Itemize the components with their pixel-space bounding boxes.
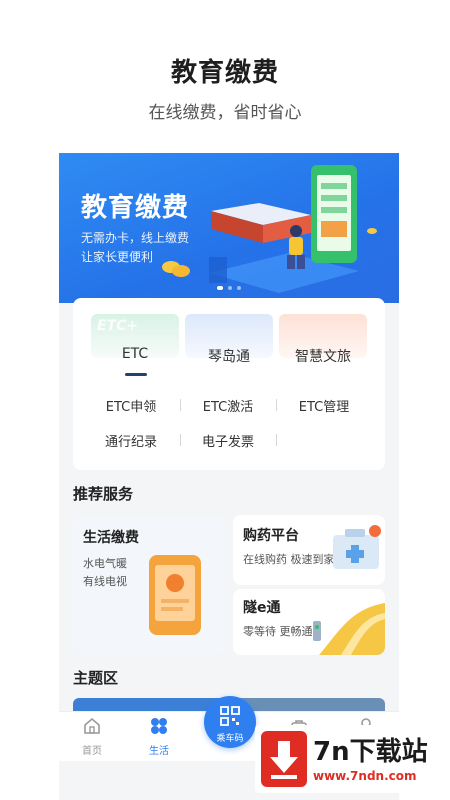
app-screen: 教育缴费 无需办卡，线上缴费 让家长更便利 ETC+ ETC 琴岛通 智慧文旅 …: [59, 153, 399, 800]
clover-icon: [151, 718, 167, 734]
carousel-dots: [217, 286, 241, 290]
tabbar-life[interactable]: 生活: [134, 716, 184, 757]
home-icon: [84, 717, 100, 734]
tab-label: 智慧文旅: [295, 349, 351, 365]
person-illustration: [290, 225, 302, 237]
medicine-platform-card[interactable]: 购药平台 在线购药 极速到家: [233, 515, 385, 585]
tab-label: ETC: [121, 346, 149, 362]
divider: [276, 434, 277, 446]
tabbar-home-label: 首页: [82, 746, 102, 757]
page-subtitle: 在线缴费，省时省心: [148, 103, 302, 123]
tunnel-pass-card[interactable]: 隧e通 零等待 更畅通: [233, 589, 385, 655]
etc-activate-link[interactable]: ETC激活: [180, 396, 276, 415]
promo-banner[interactable]: 教育缴费 无需办卡，线上缴费 让家长更便利: [59, 153, 399, 303]
life-payment-desc-1: 水电气暖: [83, 557, 127, 570]
watermark-site-url: www.7ndn.com: [313, 769, 417, 783]
tabbar-life-label: 生活: [149, 746, 169, 757]
tab-label: 琴岛通: [208, 349, 250, 365]
life-payment-desc-2: 有线电视: [83, 575, 127, 588]
etc-apply-link[interactable]: ETC申领: [83, 396, 179, 415]
banner-illustration: [162, 165, 377, 293]
watermark-site-name: 7n下载站: [313, 737, 428, 767]
site-watermark: 7n下载站 www.7ndn.com: [255, 725, 445, 793]
phone-bill-icon: [149, 555, 201, 635]
ride-code-label: 乘车码: [216, 734, 244, 744]
carousel-dot[interactable]: [228, 286, 232, 290]
tunnel-pass-desc: 零等待 更畅通: [243, 625, 313, 638]
tab-etc-watermark: ETC+: [97, 318, 139, 334]
service-card: ETC+ ETC 琴岛通 智慧文旅 ETC申领 ETC激活 ETC管理 通行纪录…: [73, 298, 385, 470]
theme-section-title: 主题区: [73, 669, 119, 687]
carousel-dot[interactable]: [217, 286, 223, 290]
download-arrow-icon: [261, 731, 307, 787]
tabbar-home[interactable]: 首页: [67, 716, 117, 757]
recommend-section-title: 推荐服务: [73, 485, 134, 503]
tab-smart-travel[interactable]: 智慧文旅: [279, 314, 367, 365]
life-payment-card[interactable]: 生活缴费 水电气暖 有线电视: [73, 515, 225, 655]
page-title: 教育缴费: [170, 58, 279, 88]
carousel-dot[interactable]: [237, 286, 241, 290]
medicine-platform-title: 购药平台: [243, 528, 299, 544]
qr-code-icon: [220, 706, 240, 726]
life-payment-title: 生活缴费: [83, 530, 139, 546]
tab-qindaotong[interactable]: 琴岛通: [185, 314, 273, 365]
medical-kit-icon: [333, 525, 381, 569]
toll-record-link[interactable]: 通行纪录: [83, 431, 179, 450]
ride-code-button[interactable]: 乘车码: [204, 696, 256, 748]
tab-etc[interactable]: ETC+ ETC: [91, 314, 179, 362]
e-invoice-link[interactable]: 电子发票: [180, 431, 276, 450]
active-tab-indicator: [125, 373, 147, 376]
road-icon: [313, 603, 385, 655]
etc-manage-link[interactable]: ETC管理: [276, 396, 372, 415]
medicine-platform-desc: 在线购药 极速到家: [243, 553, 335, 566]
tunnel-pass-title: 隧e通: [243, 600, 281, 616]
